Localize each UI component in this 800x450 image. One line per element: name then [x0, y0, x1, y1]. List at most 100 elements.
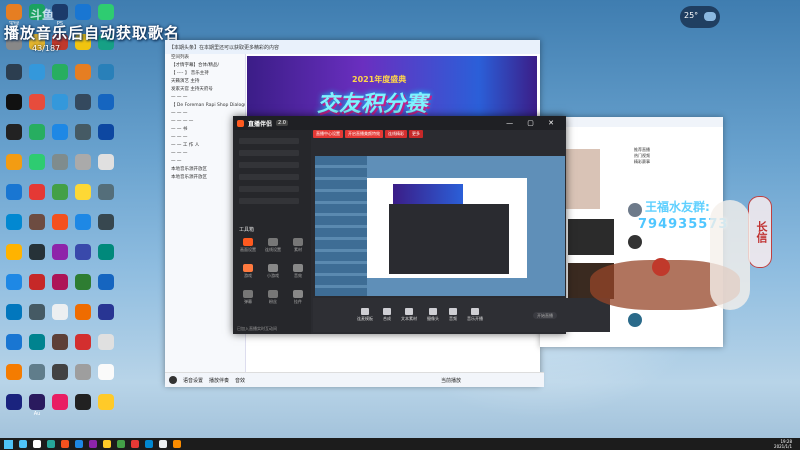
desktop-app-icon[interactable]: [75, 94, 91, 110]
desktop-app-icon[interactable]: [75, 304, 91, 320]
avatar[interactable]: [169, 376, 177, 384]
live-app-tab[interactable]: 更多: [409, 130, 423, 138]
video-thumbnail[interactable]: [560, 149, 600, 209]
source-list-row[interactable]: [239, 174, 299, 180]
desktop-app-icon[interactable]: [75, 4, 91, 20]
source-list-row[interactable]: [239, 186, 299, 192]
channel-tree-item[interactable]: 天籁演艺 主持: [165, 78, 245, 86]
desktop-app-icon[interactable]: [75, 154, 91, 170]
desktop-app-icon[interactable]: [52, 154, 68, 170]
channel-tree-item[interactable]: 空间列表: [165, 54, 245, 62]
control-button[interactable]: 音频: [449, 308, 457, 322]
taskbar-app-icon[interactable]: [89, 440, 97, 448]
channel-tree-item[interactable]: 发家天官 主持天府号: [165, 86, 245, 94]
desktop-app-icon[interactable]: [29, 214, 45, 230]
desktop-app-icon[interactable]: [98, 334, 114, 350]
live-app-tab[interactable]: 开启直播美颜特效: [345, 130, 383, 138]
taskbar-app-icon[interactable]: [159, 440, 167, 448]
desktop-app-icon[interactable]: [52, 4, 68, 20]
desktop-app-icon[interactable]: [6, 244, 22, 260]
desktop-app-icon[interactable]: [6, 4, 22, 20]
taskbar-app-icon[interactable]: [117, 440, 125, 448]
desktop-app-icon[interactable]: [29, 364, 45, 380]
taskbar-app-icon[interactable]: [75, 440, 83, 448]
desktop-app-icon[interactable]: [52, 304, 68, 320]
source-list-row[interactable]: [239, 198, 299, 204]
control-button[interactable]: 连麦模板: [357, 308, 373, 322]
desktop-app-icon[interactable]: [98, 304, 114, 320]
desktop-app-icon[interactable]: [6, 274, 22, 290]
desktop-app-icon[interactable]: [98, 184, 114, 200]
desktop-app-icon[interactable]: [6, 364, 22, 380]
desktop-app-icon[interactable]: [6, 154, 22, 170]
desktop-app-icon[interactable]: [29, 64, 45, 80]
desktop-app-icon[interactable]: [98, 64, 114, 80]
desktop-app-icon[interactable]: [29, 334, 45, 350]
source-list-row[interactable]: [239, 150, 299, 156]
desktop-app-icon[interactable]: [29, 244, 45, 260]
desktop-app-icon[interactable]: [6, 214, 22, 230]
live-tool-button[interactable]: 粉丝: [262, 290, 284, 308]
taskbar-app-icon[interactable]: [33, 440, 41, 448]
desktop-app-icon[interactable]: [52, 94, 68, 110]
live-tool-button[interactable]: 挂件: [287, 290, 309, 308]
live-app-tab[interactable]: 连线精彩: [385, 130, 407, 138]
desktop-app-icon[interactable]: [75, 214, 91, 230]
source-list-row[interactable]: [239, 162, 299, 168]
video-thumbnail[interactable]: [568, 219, 614, 255]
taskbar-app-icon[interactable]: [131, 440, 139, 448]
start-icon[interactable]: [4, 439, 13, 449]
channel-tree-item[interactable]: 【才情字幕】合体/精品/: [165, 62, 245, 70]
control-button[interactable]: 合成: [383, 308, 391, 322]
desktop-app-icon[interactable]: [52, 184, 68, 200]
source-list-row[interactable]: [239, 138, 299, 144]
live-tool-button[interactable]: 素材: [287, 238, 309, 256]
control-button[interactable]: 摄像头: [427, 308, 439, 322]
desktop-app-icon[interactable]: [98, 4, 114, 20]
desktop-app-icon[interactable]: [75, 394, 91, 410]
desktop-app-icon[interactable]: [52, 214, 68, 230]
desktop-app-icon[interactable]: [29, 154, 45, 170]
live-tool-button[interactable]: 弹幕: [237, 290, 259, 308]
desktop-app-icon[interactable]: [98, 244, 114, 260]
list-item[interactable]: 精彩赛事: [634, 159, 674, 165]
desktop-app-icon[interactable]: [52, 244, 68, 260]
desktop-app-icon[interactable]: [98, 94, 114, 110]
control-button[interactable]: 文本素材: [401, 308, 417, 322]
desktop-app-icon[interactable]: [52, 124, 68, 140]
desktop-app-icon[interactable]: [98, 124, 114, 140]
taskbar-app-icon[interactable]: [173, 440, 181, 448]
desktop-app-icon[interactable]: [75, 64, 91, 80]
taskbar-app-icon[interactable]: [145, 440, 153, 448]
sound-effect-button[interactable]: 音效: [235, 377, 245, 384]
desktop-app-icon[interactable]: [6, 334, 22, 350]
desktop-app-icon[interactable]: [52, 64, 68, 80]
desktop-app-icon[interactable]: [6, 124, 22, 140]
taskbar-app-icon[interactable]: [103, 440, 111, 448]
avatar[interactable]: [628, 313, 642, 327]
desktop-app-icon[interactable]: [52, 334, 68, 350]
desktop-app-icon[interactable]: [6, 394, 22, 410]
live-tool-button[interactable]: 画面设置: [237, 238, 259, 256]
desktop-app-icon[interactable]: [75, 124, 91, 140]
taskbar-app-icon[interactable]: [47, 440, 55, 448]
desktop-app-icon[interactable]: [29, 274, 45, 290]
desktop-app-icon[interactable]: [75, 274, 91, 290]
desktop-app-icon[interactable]: [75, 364, 91, 380]
desktop-app-icon[interactable]: [98, 214, 114, 230]
live-tool-button[interactable]: 音效: [287, 264, 309, 282]
now-playing-label[interactable]: 当前播放: [441, 377, 461, 384]
desktop-app-icon[interactable]: [75, 184, 91, 200]
desktop-app-icon[interactable]: [6, 94, 22, 110]
desktop-app-icon[interactable]: [98, 274, 114, 290]
desktop-app-icon[interactable]: [29, 394, 45, 410]
channel-tree-item[interactable]: 【 De Foreman Rapi Shop Dialogue 】: [165, 102, 245, 110]
desktop-app-icon[interactable]: [52, 364, 68, 380]
taskbar-app-icon[interactable]: [19, 440, 27, 448]
desktop-app-icon[interactable]: [29, 124, 45, 140]
desktop-app-icon[interactable]: [29, 184, 45, 200]
desktop-app-icon[interactable]: [6, 304, 22, 320]
control-button[interactable]: 音乐开播: [467, 308, 483, 322]
live-tool-button[interactable]: 小游戏: [262, 264, 284, 282]
desktop-app-icon[interactable]: [98, 394, 114, 410]
